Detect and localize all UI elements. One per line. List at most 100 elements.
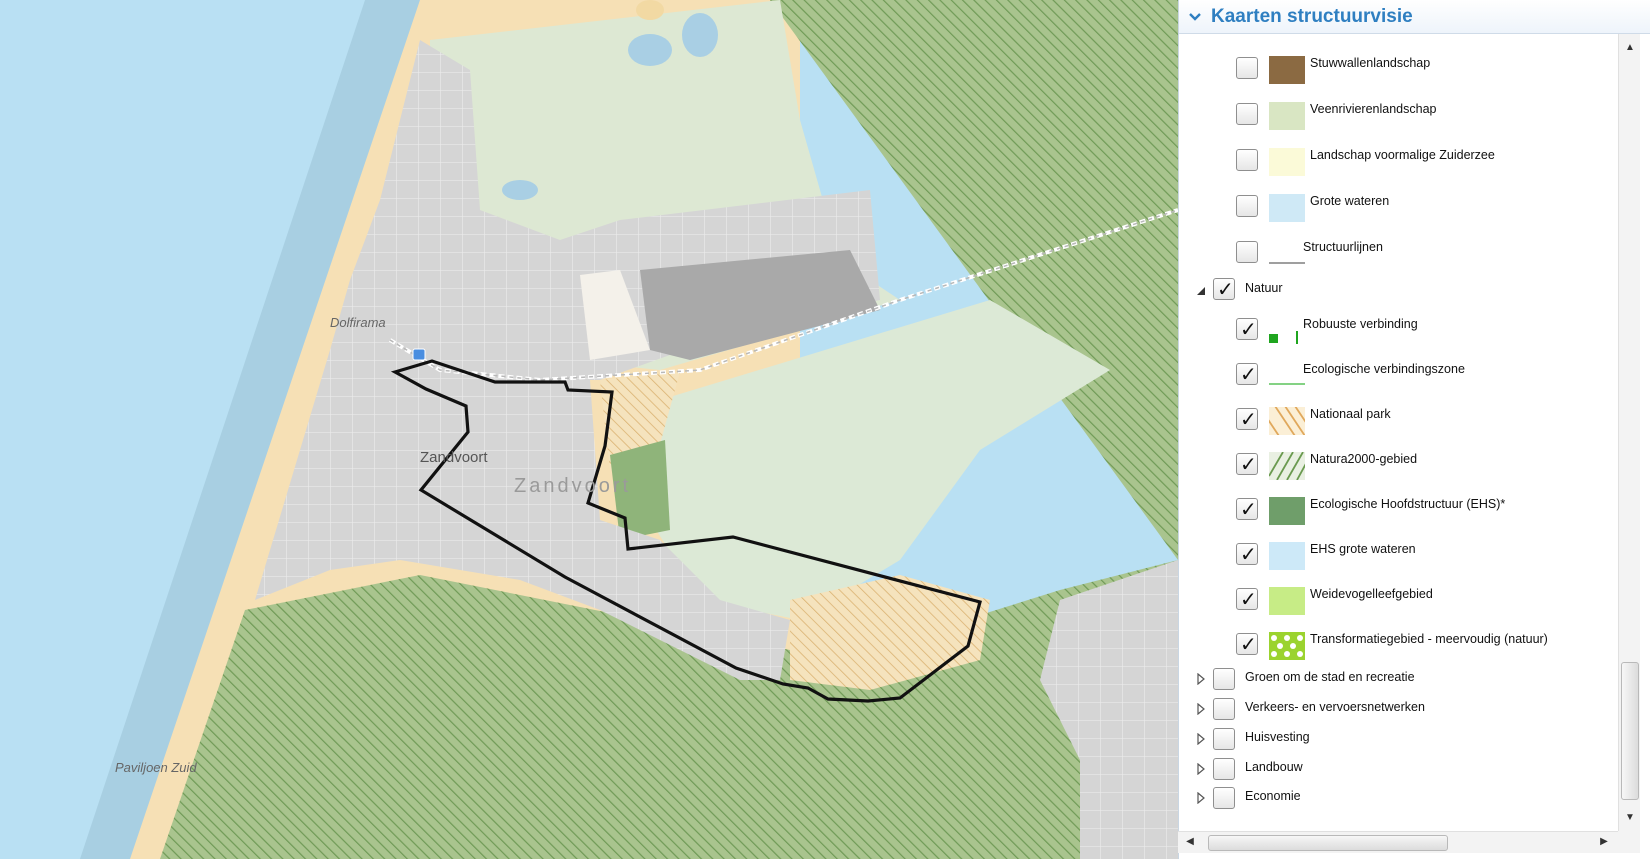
layer-checkbox[interactable] [1236,149,1258,171]
group-groen: Groen om de stad en recreatie [1179,662,1619,692]
scroll-left-icon[interactable]: ◀ [1184,836,1196,848]
layer-checkbox[interactable]: ✓ [1236,588,1258,610]
group-label: Economie [1245,789,1301,803]
label-town: Zandvoort [420,449,488,466]
checkmark-icon: ✓ [1240,317,1257,341]
layer-checkbox[interactable]: ✓ [1236,363,1258,385]
layer-label: Natura2000-gebied [1310,452,1418,466]
vertical-scrollbar[interactable]: ▲ ▼ [1618,34,1640,831]
horizontal-scroll-thumb[interactable] [1208,835,1448,851]
layer-row-ehs-wateren: ✓ EHS grote wateren [1179,530,1619,570]
group-label: Landbouw [1245,760,1303,774]
expand-triangle-icon[interactable] [1195,732,1207,746]
panel-title: Kaarten structuurvisie [1211,5,1413,27]
scroll-up-icon[interactable]: ▲ [1624,42,1636,54]
layer-row-zuiderzee: Landschap voormalige Zuiderzee [1179,136,1619,176]
scroll-down-icon[interactable]: ▼ [1624,812,1636,824]
lake-4 [636,0,664,20]
layer-row-structuurlijnen: Structuurlijnen [1179,228,1619,264]
layer-label: Ecologische Hoofdstructuur (EHS)* [1310,497,1506,511]
layer-row-nationaal-park: ✓ Nationaal park [1179,395,1619,440]
layer-row-grote-wateren: Grote wateren [1179,182,1619,222]
layer-checkbox[interactable] [1236,103,1258,125]
group-verkeer: Verkeers- en vervoersnetwerken [1179,692,1619,722]
layer-label: Weidevogelleefgebied [1310,587,1433,601]
group-landbouw: Landbouw [1179,752,1619,782]
group-label: Groen om de stad en recreatie [1245,670,1415,684]
label-town-area: Zandvoort [514,475,631,497]
layer-label: Structuurlijnen [1303,240,1383,254]
map-view[interactable]: Dolfirama Zandvoort Zandvoort Paviljoen … [0,0,1178,859]
group-huisvesting: Huisvesting [1179,722,1619,752]
station-icon [412,348,426,361]
layer-row-ehs: ✓ Ecologische Hoofdstructuur (EHS)* [1179,485,1619,525]
layer-row-natura2000: ✓ Natura2000-gebied [1179,440,1619,481]
swatch-green-line [1269,362,1305,390]
group-checkbox[interactable] [1213,728,1235,750]
layer-row-weidevogel: ✓ Weidevogelleefgebied [1179,575,1619,615]
layer-label: Veenrivierenlandschap [1310,102,1437,116]
collapse-triangle-icon[interactable] [1195,284,1207,296]
lake-2 [682,13,718,57]
group-checkbox[interactable]: ✓ [1213,278,1235,300]
group-label: Natuur [1245,281,1283,295]
swatch-lattice [1269,632,1305,660]
checkmark-icon: ✓ [1240,362,1257,386]
swatch-cream [1269,148,1305,176]
layer-label: Nationaal park [1310,407,1391,421]
panel-header[interactable]: Kaarten structuurvisie [1179,0,1650,34]
checkmark-icon: ✓ [1240,452,1257,476]
group-label: Huisvesting [1245,730,1310,744]
scroll-right-icon[interactable]: ▶ [1598,836,1610,848]
layer-checkbox[interactable] [1236,195,1258,217]
horizontal-scrollbar[interactable]: ◀ ▶ [1178,831,1618,853]
checkmark-icon: ✓ [1240,542,1257,566]
expand-triangle-icon[interactable] [1195,702,1207,716]
checkmark-icon: ✓ [1240,497,1257,521]
group-label: Verkeers- en vervoersnetwerken [1245,700,1425,714]
swatch-green-hatch [1268,451,1310,481]
swatch-orange-hatch [1264,402,1314,440]
swatch-brown [1269,56,1305,84]
group-checkbox[interactable] [1213,698,1235,720]
vertical-scroll-thumb[interactable] [1621,662,1639,800]
layer-row-ecologische-verbinding: ✓ Ecologische verbindingszone [1179,350,1619,385]
layer-label: EHS grote wateren [1310,542,1416,556]
chevron-down-icon[interactable] [1187,9,1203,25]
layer-label: Ecologische verbindingszone [1303,362,1465,376]
label-paviljoen: Paviljoen Zuid [115,760,197,775]
swatch-light-blue [1269,542,1305,570]
layer-checkbox[interactable]: ✓ [1236,498,1258,520]
group-checkbox[interactable] [1213,758,1235,780]
layer-label: Transformatiegebied - meervoudig (natuur… [1310,632,1548,646]
expand-triangle-icon[interactable] [1195,762,1207,776]
group-economie: Economie [1179,781,1619,811]
layer-checkbox[interactable] [1236,57,1258,79]
expand-triangle-icon[interactable] [1195,672,1207,686]
layer-row-stuwwallen: Stuwwallenlandschap [1179,44,1619,84]
layer-label: Grote wateren [1310,194,1390,208]
swatch-dark-green [1269,497,1305,525]
scrollbar-corner [1618,831,1640,853]
checkmark-icon: ✓ [1240,632,1257,656]
layer-checkbox[interactable] [1236,241,1258,263]
checkmark-icon: ✓ [1217,277,1234,301]
layer-checkbox[interactable]: ✓ [1236,318,1258,340]
group-checkbox[interactable] [1213,668,1235,690]
map-canvas[interactable]: Dolfirama Zandvoort Zandvoort Paviljoen … [0,0,1178,859]
lake-3 [502,180,538,200]
layer-checkbox[interactable]: ✓ [1236,543,1258,565]
swatch-lime [1269,587,1305,615]
group-natuur: ✓ Natuur [1179,270,1619,300]
layer-checkbox[interactable]: ✓ [1236,633,1258,655]
swatch-green-square-line [1269,317,1305,345]
layer-checkbox[interactable]: ✓ [1236,453,1258,475]
expand-triangle-icon[interactable] [1195,791,1207,805]
layer-row-robuuste: ✓ Robuuste verbinding [1179,305,1619,344]
layer-checkbox[interactable]: ✓ [1236,408,1258,430]
swatch-light-blue [1269,194,1305,222]
group-checkbox[interactable] [1213,787,1235,809]
lake-1 [628,34,672,66]
label-dolfirama: Dolfirama [330,315,386,330]
swatch-grey-line [1269,240,1305,268]
